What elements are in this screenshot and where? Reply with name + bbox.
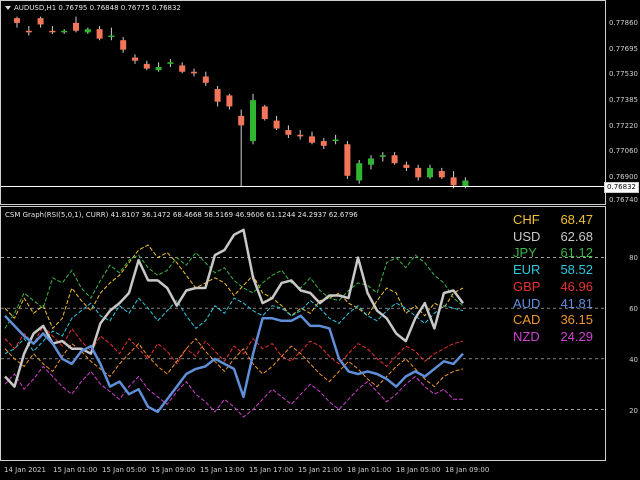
legend-currency: CHF <box>513 212 540 227</box>
legend-row-nzd: NZD 24.29 <box>513 329 593 346</box>
time-tick: 15 Jan 05:00 <box>102 466 147 474</box>
time-tick: 18 Jan 01:00 <box>347 466 392 474</box>
candle-body <box>84 29 91 33</box>
price-tick: 0.77385 <box>609 96 638 104</box>
legend-value: 41.81 <box>560 295 593 311</box>
level-tick: 20 <box>629 407 638 415</box>
level-tick: 40 <box>629 356 638 364</box>
candle-body <box>403 164 410 168</box>
candle-body <box>379 155 386 157</box>
candle-body <box>132 57 138 61</box>
time-tick: 15 Jan 09:00 <box>151 466 196 474</box>
candle-body <box>179 65 186 72</box>
time-tick: 15 Jan 01:00 <box>53 466 98 474</box>
legend-currency: AUD <box>513 295 541 311</box>
candle-body <box>120 40 127 50</box>
legend-value: 24.29 <box>560 328 593 344</box>
candle-body <box>143 63 150 69</box>
candle-body <box>226 95 233 107</box>
candle-body <box>273 120 280 129</box>
candle-body <box>61 30 68 33</box>
currency-strength-legend: CHF 68.47 USD 62.68 JPY 61.12 EUR 58.52 GBP 46.96… <box>513 212 593 346</box>
legend-currency: EUR <box>513 262 541 278</box>
price-tick: 0.76900 <box>609 173 638 181</box>
candle-body <box>332 139 339 142</box>
time-tick: 14 Jan 2021 <box>4 466 46 474</box>
candle-body <box>155 67 162 71</box>
candle-body <box>214 89 221 102</box>
legend-value: 58.52 <box>560 262 593 278</box>
candle-body <box>238 115 245 126</box>
price-tick: 0.77530 <box>609 70 638 78</box>
bid-price-label: 0.76832 <box>604 182 639 193</box>
candle-body <box>167 62 174 64</box>
legend-row-aud: AUD 41.81 <box>513 296 593 313</box>
legend-currency: GBP <box>513 278 541 294</box>
candle-body <box>285 130 292 135</box>
candle-body <box>108 35 115 38</box>
candle-body <box>25 30 32 33</box>
price-tick: 0.76740 <box>609 196 638 204</box>
candle-body <box>356 163 363 181</box>
candle-body <box>462 180 469 187</box>
candle-body <box>37 18 44 25</box>
candle-body <box>96 29 103 39</box>
level-tick: 80 <box>629 254 638 262</box>
candle-body <box>309 136 315 143</box>
candle-body <box>368 158 374 165</box>
time-tick: 18 Jan 05:00 <box>396 466 441 474</box>
legend-value: 36.15 <box>560 312 593 328</box>
candlestick-chart[interactable] <box>1 1 605 204</box>
legend-row-chf: CHF 68.47 <box>513 212 593 229</box>
price-tick: 0.77060 <box>609 147 638 155</box>
legend-currency: JPY <box>513 245 537 261</box>
candle-body <box>261 106 268 120</box>
price-tick: 0.77220 <box>609 122 638 130</box>
legend-value: 61.12 <box>560 245 593 261</box>
price-chart-panel[interactable]: AUDUSD,H1 0.76795 0.76848 0.76775 0.7683… <box>0 0 606 205</box>
price-tick: 0.77860 <box>609 19 638 27</box>
candle-body <box>250 100 256 142</box>
legend-currency: NZD <box>513 328 540 344</box>
candle-body <box>415 167 422 178</box>
legend-row-cad: CAD 36.15 <box>513 312 593 329</box>
legend-row-gbp: GBP 46.96 <box>513 279 593 296</box>
legend-row-eur: EUR 58.52 <box>513 262 593 279</box>
legend-row-jpy: JPY 61.12 <box>513 245 593 262</box>
legend-row-usd: USD 62.68 <box>513 229 593 246</box>
candle-body <box>438 171 445 178</box>
price-tick: 0.77695 <box>609 45 638 53</box>
candle-body <box>49 30 56 33</box>
legend-currency: CAD <box>513 312 541 328</box>
candle-body <box>297 134 304 137</box>
time-tick: 15 Jan 17:00 <box>249 466 294 474</box>
legend-value: 68.47 <box>560 212 593 227</box>
time-tick: 15 Jan 13:00 <box>200 466 245 474</box>
candle-body <box>14 18 20 23</box>
candle-body <box>450 177 457 186</box>
legend-value: 62.68 <box>560 228 593 244</box>
candle-body <box>391 155 398 164</box>
candle-body <box>344 144 351 176</box>
legend-currency: USD <box>513 228 541 244</box>
level-tick: 60 <box>629 305 638 313</box>
legend-value: 46.96 <box>560 278 593 294</box>
candle-body <box>73 22 79 31</box>
candle-body <box>320 141 327 146</box>
candle-body <box>191 71 197 74</box>
time-tick: 18 Jan 09:00 <box>445 466 490 474</box>
time-tick: 15 Jan 21:00 <box>298 466 343 474</box>
candle-body <box>427 167 433 178</box>
candle-body <box>202 76 209 83</box>
